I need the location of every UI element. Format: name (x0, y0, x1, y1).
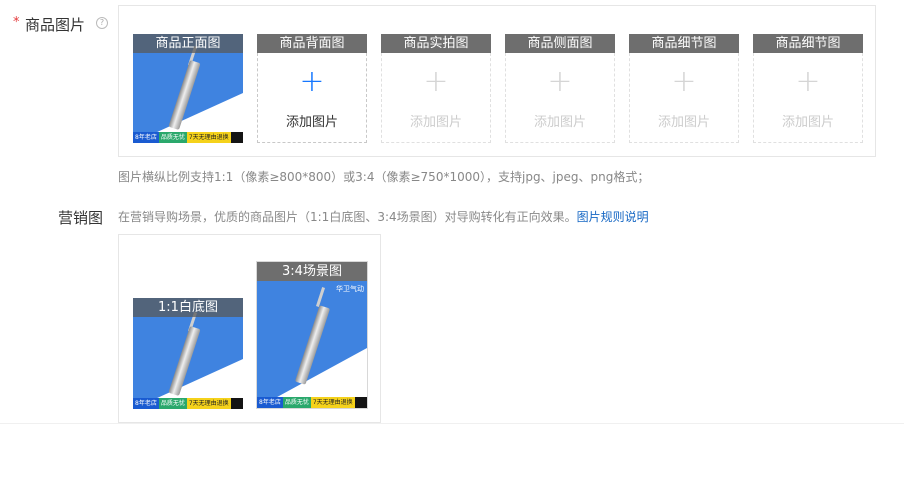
slot-side[interactable]: 商品侧面图 + 添加图片 (505, 34, 615, 143)
product-images-label: 商品图片 (25, 16, 86, 34)
marketing-images-panel: 8年老店 品质无忧 7天无理由退换 1:1白底图 3:4场景图 华卫气动 8年老… (118, 234, 381, 423)
marketing-description: 在营销导购场景，优质的商品图片（1:1白底图、3:4场景图）对导购转化有正向效果… (118, 208, 649, 225)
thumb-strip: 8年老店 品质无忧 7天无理由退换 (133, 398, 243, 409)
product-images-label-row: * 商品图片 ? (0, 14, 110, 34)
slot-title: 商品细节图 (753, 34, 863, 53)
brand-text: 华卫气动 (336, 285, 364, 293)
upload-box[interactable]: + 添加图片 (753, 53, 863, 143)
slot-detail-2[interactable]: 商品细节图 + 添加图片 (753, 34, 863, 143)
product-thumbnail: 华卫气动 8年老店 品质无忧 7天无理由退换 (257, 281, 367, 408)
slot-title: 商品正面图 (133, 34, 243, 53)
plus-icon: + (547, 64, 573, 99)
thumb-strip: 8年老店 品质无忧 7天无理由退换 (133, 132, 243, 143)
thumb-badge-c: 7天无理由退换 (186, 132, 231, 143)
thumb-badge-a: 8年老店 (133, 132, 159, 143)
slot-title: 商品侧面图 (505, 34, 615, 53)
upload-box[interactable]: + 添加图片 (629, 53, 739, 143)
thumb-badge-c: 7天无理由退换 (310, 397, 355, 408)
slot-title: 商品细节图 (629, 34, 739, 53)
plus-icon: + (299, 64, 325, 99)
thumb-badge-c: 7天无理由退换 (186, 398, 231, 409)
plus-icon: + (671, 64, 697, 99)
slot-title: 商品背面图 (257, 34, 367, 53)
product-images-panel: 8年老店 品质无忧 7天无理由退换 商品正面图 商品背面图 + 添加图片 商品实… (118, 5, 876, 157)
marketing-image-title: 3:4场景图 (257, 262, 367, 281)
image-rules-link[interactable]: 图片规则说明 (577, 210, 649, 224)
image-format-hint: 图片横纵比例支持1:1（像素≥800*800）或3:4（像素≥750*1000）… (118, 170, 650, 184)
slot-real-shot[interactable]: 商品实拍图 + 添加图片 (381, 34, 491, 143)
marketing-image-scene[interactable]: 3:4场景图 华卫气动 8年老店 品质无忧 7天无理由退换 (256, 261, 368, 409)
section-divider (0, 423, 904, 424)
thumb-strip: 8年老店 品质无忧 7天无理由退换 (257, 397, 367, 408)
add-image-label: 添加图片 (657, 115, 710, 130)
required-mark: * (13, 15, 20, 30)
slot-back[interactable]: 商品背面图 + 添加图片 (257, 34, 367, 143)
add-image-label: 添加图片 (409, 115, 462, 130)
add-image-label: 添加图片 (781, 115, 834, 130)
slot-title: 商品实拍图 (381, 34, 491, 53)
thumb-badge-a: 8年老店 (257, 397, 283, 408)
thumb-badge-a: 8年老店 (133, 398, 159, 409)
plus-icon: + (423, 64, 449, 99)
thumb-badge-b: 品质无忧 (158, 132, 187, 143)
marketing-description-text: 在营销导购场景，优质的商品图片（1:1白底图、3:4场景图）对导购转化有正向效果… (118, 210, 577, 224)
add-image-label: 添加图片 (533, 115, 586, 130)
marketing-image-white-bg[interactable]: 8年老店 品质无忧 7天无理由退换 1:1白底图 (133, 298, 243, 409)
product-image-front[interactable]: 8年老店 品质无忧 7天无理由退换 商品正面图 (133, 34, 243, 143)
question-circle-icon[interactable]: ? (96, 17, 108, 29)
thumb-badge-b: 品质无忧 (282, 397, 311, 408)
plus-icon: + (795, 64, 821, 99)
thumb-badge-b: 品质无忧 (158, 398, 187, 409)
upload-box[interactable]: + 添加图片 (257, 53, 367, 143)
marketing-label: 营销图 (58, 209, 104, 227)
add-image-label: 添加图片 (285, 115, 338, 130)
upload-box[interactable]: + 添加图片 (505, 53, 615, 143)
slot-detail-1[interactable]: 商品细节图 + 添加图片 (629, 34, 739, 143)
upload-box[interactable]: + 添加图片 (381, 53, 491, 143)
marketing-image-title: 1:1白底图 (133, 298, 243, 317)
